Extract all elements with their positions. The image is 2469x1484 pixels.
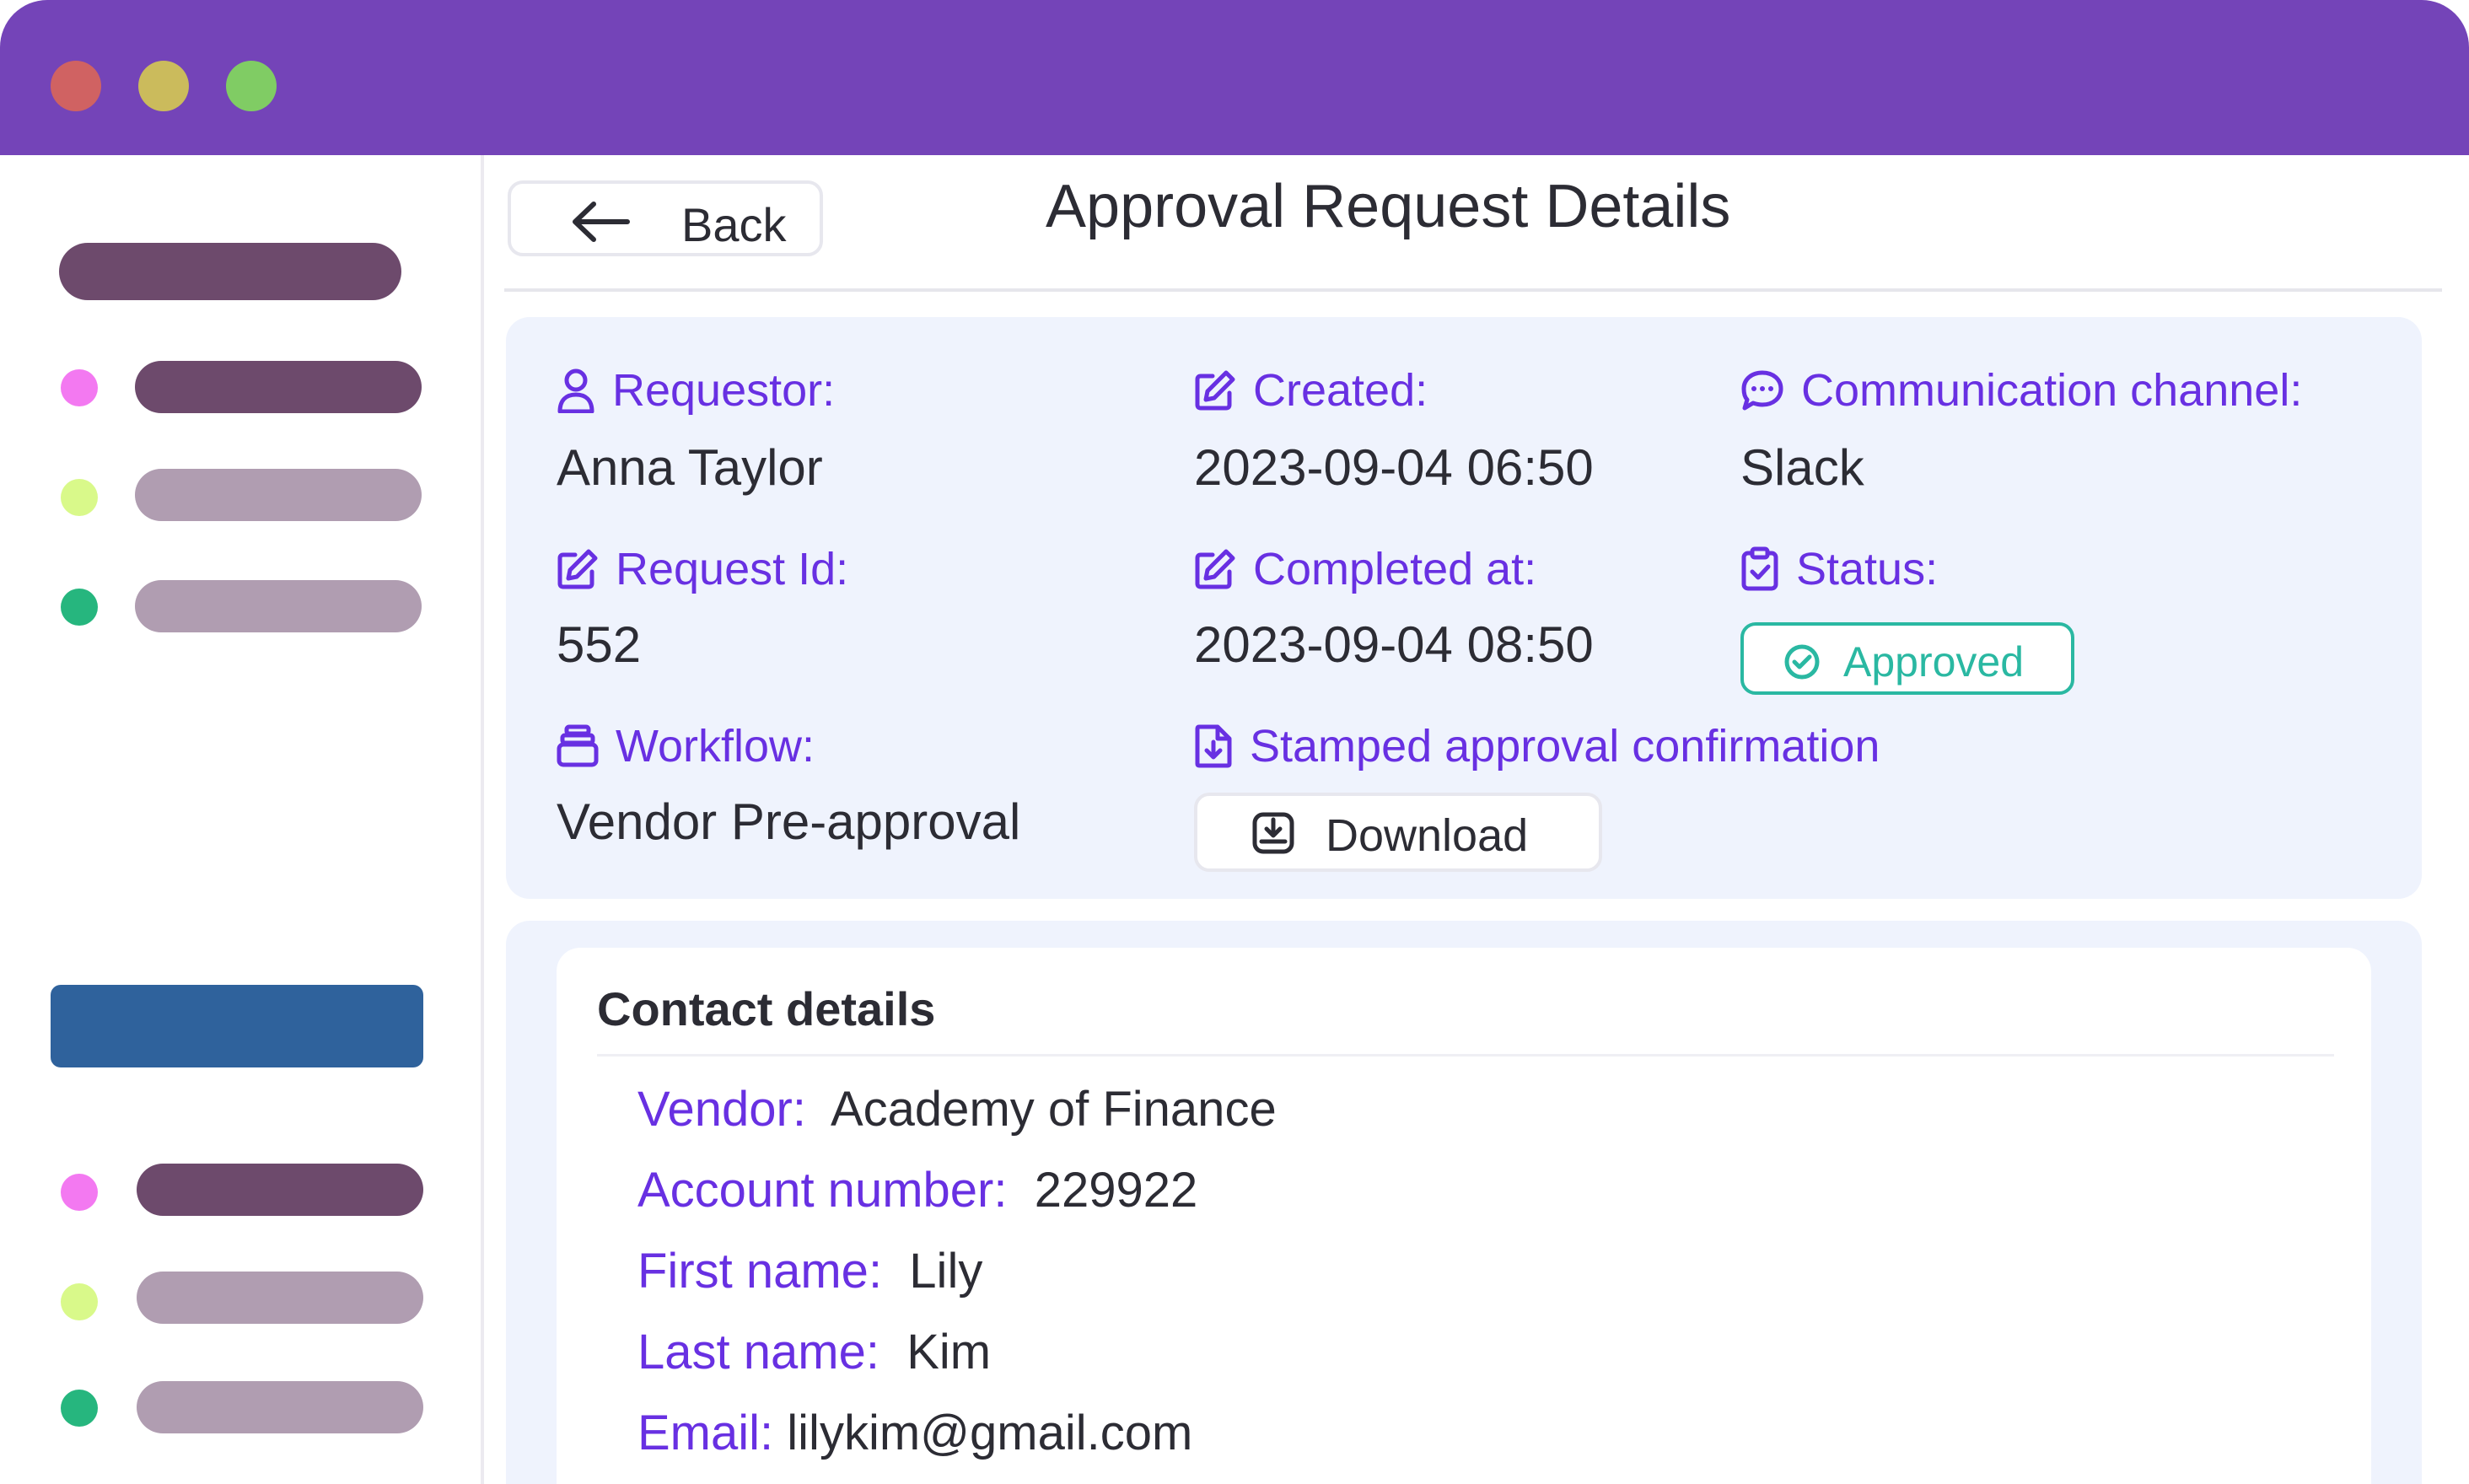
- sidebar-item-2[interactable]: [135, 469, 422, 521]
- edit-icon: [557, 549, 598, 589]
- stack-icon: [557, 724, 599, 767]
- download-button[interactable]: Download: [1194, 793, 1602, 872]
- chat-icon: [1741, 370, 1783, 411]
- workflow-value: Vendor Pre-approval: [557, 793, 1021, 850]
- page-title: Approval Request Details: [1046, 173, 1731, 240]
- edit-icon: [1195, 549, 1235, 589]
- sidebar-item-dot: [61, 1283, 98, 1320]
- stamped-confirmation-label: Stamped approval confirmation: [1194, 720, 1880, 772]
- completed-at-label: Completed at:: [1194, 543, 1536, 595]
- arrow-left-icon: [573, 202, 630, 242]
- created-label: Created:: [1194, 364, 1428, 417]
- clipboard-check-icon: [1741, 546, 1778, 591]
- workflow-label: Workflow:: [557, 720, 815, 772]
- request-id-label: Request Id:: [557, 543, 848, 595]
- user-icon: [557, 368, 594, 413]
- communication-channel-label: Communication channel:: [1740, 364, 2302, 417]
- header-divider: [504, 288, 2442, 292]
- edit-icon: [1195, 370, 1235, 411]
- download-button-label: Download: [1326, 810, 1529, 861]
- status-badge: Approved: [1740, 622, 2074, 695]
- requestor-label: Requestor:: [557, 364, 835, 417]
- completed-at-value: 2023-09-04 08:50: [1194, 616, 1594, 673]
- sidebar-item-1[interactable]: [135, 361, 422, 413]
- communication-channel-value: Slack: [1740, 439, 1864, 496]
- sidebar-item-dot: [61, 369, 98, 406]
- app-window: Back Approval Request Details Requestor:…: [0, 0, 2469, 1484]
- sidebar-item-4[interactable]: [137, 1164, 423, 1216]
- download-icon: [1252, 812, 1294, 854]
- back-button[interactable]: Back: [508, 180, 823, 256]
- sidebar-header-placeholder: [59, 243, 401, 300]
- status-badge-text: Approved: [1843, 638, 2025, 686]
- request-id-value: 552: [557, 616, 642, 673]
- sidebar: [0, 155, 484, 1484]
- back-button-label: Back: [681, 198, 787, 251]
- created-value: 2023-09-04 06:50: [1194, 439, 1594, 496]
- close-window-button[interactable]: [51, 61, 101, 111]
- sidebar-item-5[interactable]: [137, 1272, 423, 1324]
- minimize-window-button[interactable]: [138, 61, 189, 111]
- status-label: Status:: [1740, 543, 1938, 595]
- sidebar-item-6[interactable]: [137, 1381, 423, 1433]
- maximize-window-button[interactable]: [226, 61, 277, 111]
- sidebar-item-dot: [61, 1390, 98, 1427]
- sidebar-item-dot: [61, 479, 98, 516]
- sidebar-item-dot: [61, 1174, 98, 1211]
- title-bar: [0, 0, 2469, 155]
- sidebar-section-block[interactable]: [51, 985, 423, 1067]
- sidebar-item-dot: [61, 589, 98, 626]
- requestor-value: Anna Taylor: [557, 439, 823, 496]
- check-circle-icon: [1784, 644, 1820, 680]
- file-download-icon: [1195, 724, 1232, 768]
- sidebar-item-3[interactable]: [135, 580, 422, 632]
